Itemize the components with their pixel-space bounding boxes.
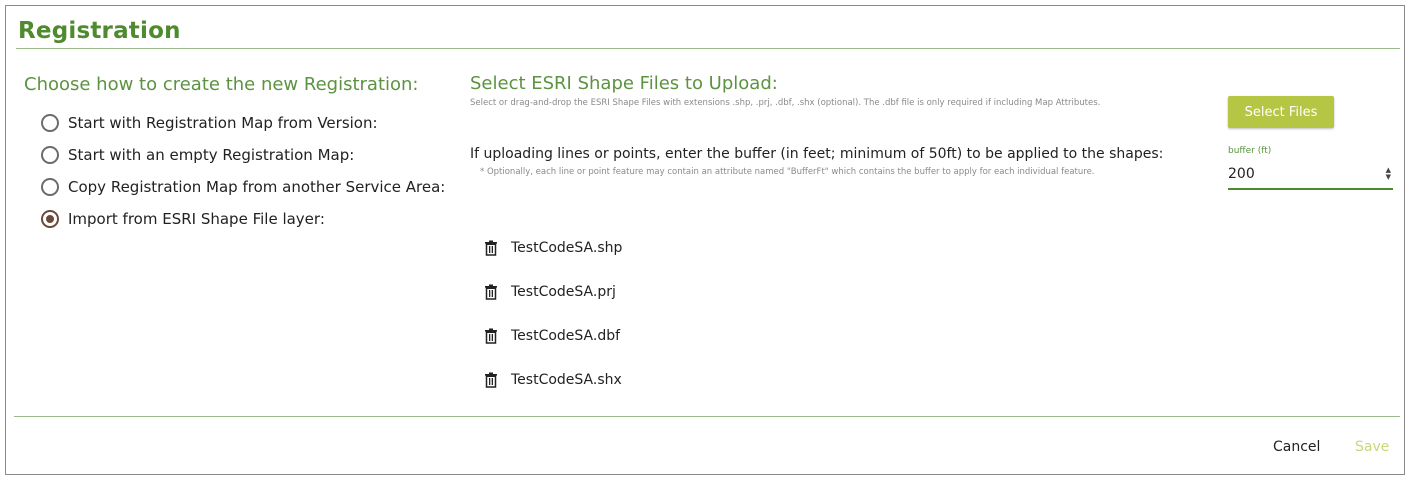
radio-label-empty-map: Start with an empty Registration Map: (68, 146, 355, 164)
buffer-field-label: buffer (ft) (1228, 146, 1272, 156)
creation-method-heading: Choose how to create the new Registratio… (24, 74, 419, 95)
title-divider (16, 48, 1400, 49)
radio-label-copy-service-area: Copy Registration Map from another Servi… (68, 178, 446, 196)
radio-label-from-version: Start with Registration Map from Version… (68, 114, 378, 132)
select-files-button[interactable]: Select Files (1228, 96, 1334, 128)
radio-button-import-esri[interactable] (41, 210, 59, 228)
trash-icon[interactable] (484, 328, 498, 344)
buffer-input-value[interactable]: 200 (1228, 166, 1255, 182)
file-item: TestCodeSA.shx (484, 358, 622, 402)
buffer-question: If uploading lines or points, enter the … (470, 146, 1164, 162)
file-name: TestCodeSA.shp (511, 240, 623, 256)
buffer-input[interactable]: 200 ▲ ▼ (1228, 160, 1393, 190)
file-name: TestCodeSA.dbf (511, 328, 621, 344)
radio-label-import-esri: Import from ESRI Shape File layer: (68, 210, 325, 228)
file-name: TestCodeSA.prj (511, 284, 616, 300)
buffer-note: * Optionally, each line or point feature… (480, 167, 1095, 177)
radio-button-empty-map[interactable] (41, 146, 59, 164)
file-item: TestCodeSA.prj (484, 270, 622, 314)
cancel-button[interactable]: Cancel (1273, 439, 1320, 455)
footer-divider (14, 416, 1400, 417)
radio-option-empty-map[interactable]: Start with an empty Registration Map: (41, 139, 445, 171)
upload-heading: Select ESRI Shape Files to Upload: (470, 73, 778, 94)
radio-option-from-version[interactable]: Start with Registration Map from Version… (41, 107, 445, 139)
radio-button-from-version[interactable] (41, 114, 59, 132)
upload-hint: Select or drag-and-drop the ESRI Shape F… (470, 98, 1101, 108)
file-name: TestCodeSA.shx (511, 372, 622, 388)
trash-icon[interactable] (484, 240, 498, 256)
creation-method-radio-group: Start with Registration Map from Version… (41, 107, 445, 235)
registration-dialog: Registration Choose how to create the ne… (5, 5, 1405, 475)
radio-option-copy-service-area[interactable]: Copy Registration Map from another Servi… (41, 171, 445, 203)
dialog-title: Registration (18, 18, 181, 44)
radio-button-copy-service-area[interactable] (41, 178, 59, 196)
file-item: TestCodeSA.shp (484, 226, 622, 270)
uploaded-file-list: TestCodeSA.shp TestCodeSA.prj TestCodeSA… (484, 226, 622, 402)
trash-icon[interactable] (484, 372, 498, 388)
stepper-down-icon[interactable]: ▼ (1386, 174, 1391, 181)
trash-icon[interactable] (484, 284, 498, 300)
buffer-stepper[interactable]: ▲ ▼ (1386, 167, 1391, 181)
radio-option-import-esri[interactable]: Import from ESRI Shape File layer: (41, 203, 445, 235)
save-button[interactable]: Save (1355, 439, 1389, 455)
file-item: TestCodeSA.dbf (484, 314, 622, 358)
